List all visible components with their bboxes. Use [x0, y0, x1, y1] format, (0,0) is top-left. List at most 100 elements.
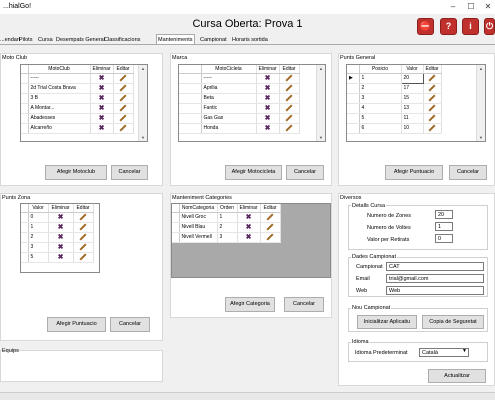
column-header[interactable]: Eliminar [90, 65, 114, 74]
delete-icon[interactable]: ✖ [256, 123, 280, 134]
delete-icon[interactable]: ✖ [237, 212, 261, 223]
email-field[interactable]: trial@gmail.com [386, 274, 484, 283]
table-row[interactable]: Fantic ✖ [179, 103, 300, 114]
column-header[interactable]: Editar [113, 65, 134, 74]
info-button[interactable]: i [462, 18, 479, 35]
column-header[interactable]: Eliminar [237, 204, 261, 213]
column-header[interactable]: Editar [260, 204, 281, 213]
table-row[interactable]: 4 13 [347, 103, 442, 114]
column-header[interactable]: NomCategoria [179, 204, 218, 213]
table-row[interactable]: Nivell Blau 2 ✖ [172, 222, 281, 233]
edit-icon[interactable] [73, 222, 94, 233]
cancel-button[interactable]: Cancelar [449, 165, 487, 180]
delete-icon[interactable]: ✖ [48, 232, 74, 243]
edit-icon[interactable] [73, 252, 94, 263]
edit-icon[interactable] [423, 123, 442, 134]
cancel-button[interactable]: Cancelar [286, 165, 324, 180]
column-header[interactable]: Valor [28, 204, 49, 213]
delete-icon[interactable]: ✖ [90, 103, 114, 114]
delete-icon[interactable]: ✖ [237, 222, 261, 233]
delete-icon[interactable]: ✖ [48, 222, 74, 233]
marca-grid[interactable]: MotoCicleta Eliminar Editar ----- ✖ April… [178, 64, 326, 142]
vertical-scrollbar[interactable]: ▲ ▼ [476, 65, 485, 141]
edit-icon[interactable] [73, 242, 94, 253]
table-row[interactable]: ----- ✖ [21, 73, 134, 84]
maximize-icon[interactable]: ☐ [466, 2, 476, 12]
column-header[interactable]: Editar [423, 65, 442, 74]
edit-icon[interactable] [113, 113, 134, 124]
table-row[interactable]: 1 ✖ [21, 222, 94, 233]
column-header[interactable]: Posicio [359, 65, 402, 74]
column-header[interactable]: Valor [401, 65, 424, 74]
column-header[interactable]: Orden [217, 204, 238, 213]
column-header[interactable]: Eliminar [256, 65, 280, 74]
edit-icon[interactable] [279, 113, 300, 124]
table-row[interactable]: Gas Gas ✖ [179, 113, 300, 124]
edit-icon[interactable] [113, 93, 134, 104]
delete-icon[interactable]: ✖ [256, 83, 280, 94]
scroll-up-icon[interactable]: ▲ [139, 66, 147, 71]
edit-icon[interactable] [423, 73, 442, 84]
web-input[interactable]: Web [386, 286, 484, 295]
minimize-icon[interactable]: – [448, 2, 458, 12]
table-row[interactable]: 5 11 [347, 113, 442, 124]
edit-icon[interactable] [260, 212, 281, 223]
edit-icon[interactable] [423, 93, 442, 104]
delete-icon[interactable]: ✖ [90, 73, 114, 84]
campionat-input[interactable]: CAT [386, 262, 484, 271]
delete-icon[interactable]: ✖ [90, 123, 114, 134]
scroll-up-icon[interactable]: ▲ [477, 66, 485, 71]
edit-icon[interactable] [73, 232, 94, 243]
delete-icon[interactable]: ✖ [256, 73, 280, 84]
table-row[interactable]: 0 ✖ [21, 212, 94, 223]
scroll-down-icon[interactable]: ▼ [139, 135, 147, 140]
categories-grid[interactable]: NomCategoria Orden Eliminar Editar Nivel… [171, 203, 331, 278]
retirat-input[interactable]: 0 [435, 234, 453, 243]
add-motorcycle-button[interactable]: Afegir Motocicleta [225, 165, 282, 180]
table-row[interactable]: ----- ✖ [179, 73, 300, 84]
backup-button[interactable]: Copia de Seguretat [422, 315, 484, 329]
delete-icon[interactable]: ✖ [48, 212, 74, 223]
chevron-down-icon[interactable]: ▼ [462, 348, 467, 354]
table-row[interactable]: 3 ✖ [21, 242, 94, 253]
delete-icon[interactable]: ✖ [256, 93, 280, 104]
edit-icon[interactable] [260, 222, 281, 233]
cancel-button[interactable]: Cancelar [110, 317, 150, 332]
column-header[interactable]: Editar [279, 65, 300, 74]
delete-icon[interactable]: ✖ [90, 113, 114, 124]
init-app-button[interactable]: Inicialitzar Aplicatiu [357, 315, 417, 329]
edit-icon[interactable] [73, 212, 94, 223]
cancel-button[interactable]: Cancelar [284, 297, 324, 312]
edit-icon[interactable] [279, 93, 300, 104]
help-button[interactable]: ? [440, 18, 457, 35]
table-row[interactable]: 2 ✖ [21, 232, 94, 243]
edit-icon[interactable] [423, 83, 442, 94]
table-row[interactable]: 2d Trial Costa Brava ✖ [21, 83, 134, 94]
close-icon[interactable]: ✕ [483, 2, 493, 12]
delete-icon[interactable]: ✖ [48, 252, 74, 263]
scroll-down-icon[interactable]: ▼ [317, 135, 325, 140]
delete-icon[interactable]: ✖ [237, 232, 261, 243]
voltes-input[interactable]: 1 [435, 222, 453, 231]
edit-icon[interactable] [260, 232, 281, 243]
table-row[interactable]: ▶ 1 20 [347, 72, 442, 84]
vertical-scrollbar[interactable]: ▲ ▼ [138, 65, 147, 141]
edit-icon[interactable] [113, 103, 134, 114]
delete-icon[interactable]: ✖ [48, 242, 74, 253]
table-row[interactable]: Nivell Groc 1 ✖ [172, 212, 281, 223]
table-row[interactable]: 6 10 [347, 123, 442, 134]
table-row[interactable]: 3 B ✖ [21, 93, 134, 104]
scroll-down-icon[interactable]: ▼ [477, 135, 485, 140]
value[interactable]: 20 [400, 72, 424, 84]
edit-icon[interactable] [279, 103, 300, 114]
delete-icon[interactable]: ✖ [256, 103, 280, 114]
edit-icon[interactable] [113, 123, 134, 134]
zones-input[interactable]: 20 [435, 210, 453, 219]
table-row[interactable]: Alcarreño ✖ [21, 123, 134, 134]
edit-icon[interactable] [279, 83, 300, 94]
table-row[interactable]: Beta ✖ [179, 93, 300, 104]
edit-icon[interactable] [423, 103, 442, 114]
table-row[interactable]: Nivell Vermell 3 ✖ [172, 232, 281, 243]
add-score-button[interactable]: Afegir Puntuacio [47, 317, 106, 332]
stop-button[interactable]: ⛔ [417, 18, 434, 35]
